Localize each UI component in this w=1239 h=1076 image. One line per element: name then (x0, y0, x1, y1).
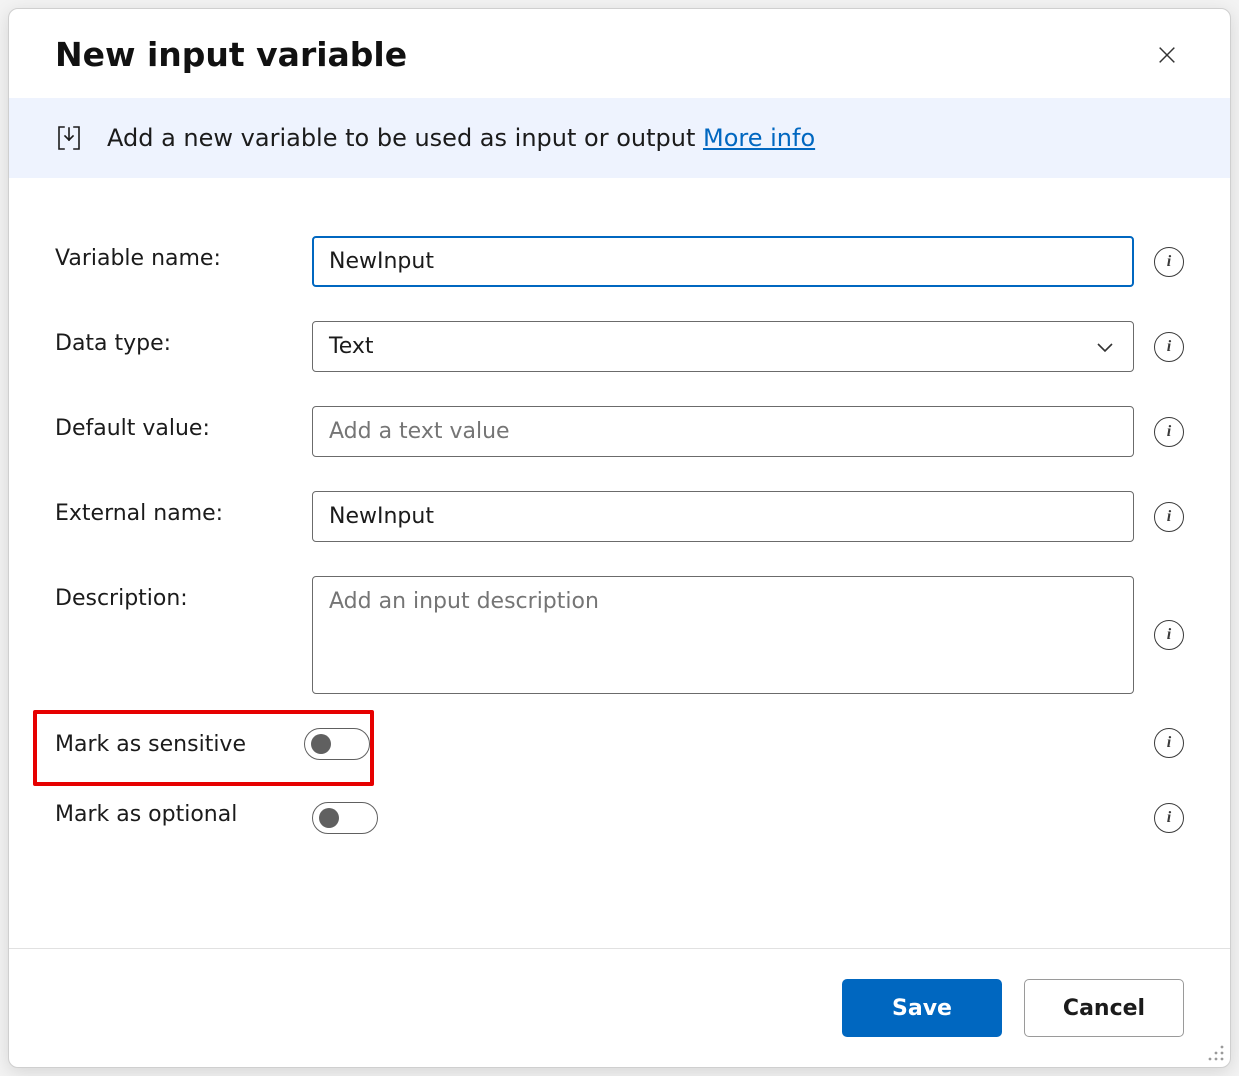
row-default-value: Default value: i (55, 406, 1184, 457)
mark-optional-toggle[interactable] (312, 802, 378, 834)
input-variable-icon (55, 124, 83, 152)
cancel-button[interactable]: Cancel (1024, 979, 1184, 1037)
info-banner: Add a new variable to be used as input o… (9, 98, 1230, 178)
description-input[interactable] (312, 576, 1134, 694)
row-data-type: Data type: Text i (55, 321, 1184, 372)
info-icon[interactable]: i (1154, 247, 1184, 277)
label-data-type: Data type: (55, 321, 300, 356)
info-icon[interactable]: i (1154, 803, 1184, 833)
label-variable-name: Variable name: (55, 236, 300, 271)
label-mark-sensitive: Mark as sensitive (55, 732, 304, 757)
data-type-select[interactable]: Text (312, 321, 1134, 372)
label-mark-optional: Mark as optional (55, 802, 300, 827)
close-button[interactable] (1150, 38, 1184, 72)
dialog-header: New input variable (9, 9, 1230, 98)
info-icon[interactable]: i (1154, 620, 1184, 650)
default-value-input[interactable] (312, 406, 1134, 457)
toggle-knob (319, 808, 339, 828)
row-mark-sensitive: Mark as sensitive i (55, 728, 1184, 760)
mark-sensitive-toggle[interactable] (304, 728, 370, 760)
form-body: Variable name: i Data type: Text i Defau… (9, 178, 1230, 948)
banner-text: Add a new variable to be used as input o… (107, 124, 815, 152)
chevron-down-icon (1093, 335, 1117, 359)
label-external-name: External name: (55, 491, 300, 526)
data-type-value: Text (329, 334, 374, 359)
info-icon[interactable]: i (1154, 417, 1184, 447)
external-name-input[interactable] (312, 491, 1134, 542)
row-external-name: External name: i (55, 491, 1184, 542)
info-icon[interactable]: i (1154, 332, 1184, 362)
save-button[interactable]: Save (842, 979, 1002, 1037)
sensitive-highlight: Mark as sensitive (33, 710, 374, 786)
info-icon[interactable]: i (1154, 502, 1184, 532)
more-info-link[interactable]: More info (703, 124, 815, 152)
resize-grip-icon[interactable] (1202, 1039, 1226, 1063)
toggle-knob (311, 734, 331, 754)
label-default-value: Default value: (55, 406, 300, 441)
dialog-title: New input variable (55, 35, 407, 74)
row-variable-name: Variable name: i (55, 236, 1184, 287)
banner-text-content: Add a new variable to be used as input o… (107, 124, 703, 152)
info-icon[interactable]: i (1154, 728, 1184, 758)
new-input-variable-dialog: New input variable Add a new variable to… (8, 8, 1231, 1068)
label-description: Description: (55, 576, 300, 611)
variable-name-input[interactable] (312, 236, 1134, 287)
row-description: Description: i (55, 576, 1184, 694)
dialog-footer: Save Cancel (9, 948, 1230, 1067)
close-icon (1156, 44, 1178, 66)
row-mark-optional: Mark as optional i (55, 802, 1184, 834)
